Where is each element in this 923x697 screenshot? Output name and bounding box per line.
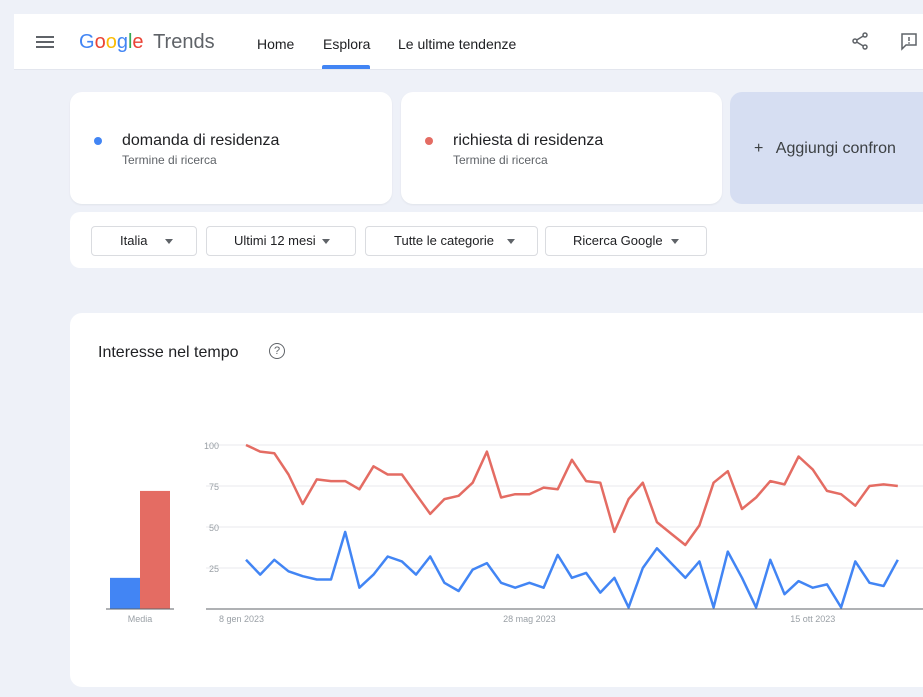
logo-trends: Trends xyxy=(153,31,215,53)
term-1-subtitle: Termine di ricerca xyxy=(122,153,217,167)
filter-search-type-label: Ricerca Google xyxy=(573,233,663,248)
chevron-down-icon xyxy=(671,239,679,244)
term-2-subtitle: Termine di ricerca xyxy=(453,153,548,167)
search-term-card-1[interactable]: domanda di residenza Termine di ricerca xyxy=(70,92,392,204)
add-comparison-label: + Aggiungi confron xyxy=(754,140,896,157)
term-1-color-dot xyxy=(94,137,102,145)
term-2-name: richiesta di residenza xyxy=(453,132,604,149)
average-bar xyxy=(110,577,140,609)
logo-google: Google xyxy=(79,31,144,53)
filter-bar: Italia Ultimi 12 mesi Tutte le categorie… xyxy=(70,212,923,268)
term-2-color-dot xyxy=(425,137,433,145)
x-tick-label: 8 gen 2023 xyxy=(219,614,264,624)
feedback-icon[interactable] xyxy=(899,31,919,51)
average-label: Media xyxy=(128,614,153,624)
top-app-bar: Google Trends Home Esplora Le ultime ten… xyxy=(14,14,923,70)
filter-time-range-label: Ultimi 12 mesi xyxy=(234,233,316,248)
average-bar xyxy=(140,490,170,609)
series-line-2 xyxy=(245,530,899,609)
nav-latest-trends[interactable]: Le ultime tendenze xyxy=(398,36,516,52)
filter-search-type[interactable]: Ricerca Google xyxy=(545,226,707,256)
term-1-name: domanda di residenza xyxy=(122,132,280,149)
y-tick-label: 100 xyxy=(204,441,219,451)
y-tick-label: 75 xyxy=(209,482,219,492)
share-icon[interactable] xyxy=(850,31,870,51)
x-tick-label: 28 mag 2023 xyxy=(503,614,556,624)
hamburger-menu-icon[interactable] xyxy=(36,36,54,48)
filter-region[interactable]: Italia xyxy=(91,226,197,256)
active-tab-indicator xyxy=(322,65,370,69)
search-term-card-2[interactable]: richiesta di residenza Termine di ricerc… xyxy=(401,92,722,204)
x-tick-label: 15 ott 2023 xyxy=(790,614,835,624)
chevron-down-icon xyxy=(165,239,173,244)
google-trends-logo[interactable]: Google Trends xyxy=(79,31,215,54)
filter-category-label: Tutte le categorie xyxy=(394,233,494,248)
add-comparison-card[interactable]: + Aggiungi confron xyxy=(730,92,923,204)
chevron-down-icon xyxy=(507,239,515,244)
nav-home[interactable]: Home xyxy=(257,36,294,52)
filter-category[interactable]: Tutte le categorie xyxy=(365,226,538,256)
interest-chart[interactable]: 100 75 50 25 8 gen 2023 28 mag 2023 15 ott 202… xyxy=(70,313,923,687)
series-line-1 xyxy=(245,443,898,547)
chevron-down-icon xyxy=(322,239,330,244)
y-tick-label: 50 xyxy=(209,523,219,533)
nav-esplora[interactable]: Esplora xyxy=(323,36,370,52)
y-tick-label: 25 xyxy=(209,564,219,574)
filter-time-range[interactable]: Ultimi 12 mesi xyxy=(206,226,356,256)
interest-over-time-panel: Interesse nel tempo ? 100 75 50 25 8 gen 202… xyxy=(70,313,923,687)
filter-region-label: Italia xyxy=(120,233,148,248)
